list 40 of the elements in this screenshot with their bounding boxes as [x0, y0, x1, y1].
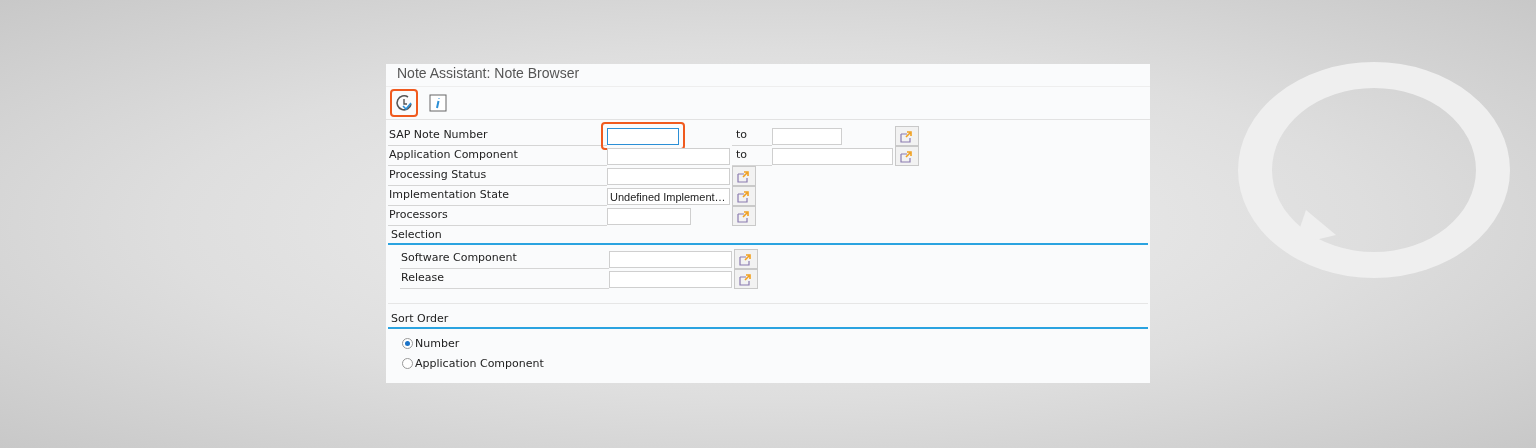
multiple-selection-icon — [739, 272, 753, 286]
input-field[interactable] — [607, 168, 730, 185]
input-field[interactable] — [609, 251, 732, 268]
info-icon — [429, 94, 447, 112]
field-label: Application Component — [388, 146, 607, 166]
multiple-selection-button[interactable] — [895, 146, 919, 166]
field-label: Release — [400, 269, 609, 289]
radio-button[interactable] — [402, 337, 413, 349]
input-field[interactable] — [772, 148, 893, 165]
multiple-selection-button[interactable] — [734, 249, 758, 269]
multiple-selection-icon — [737, 209, 751, 223]
multiple-selection-button[interactable] — [734, 269, 758, 289]
multiple-selection-icon — [900, 129, 914, 143]
input-field[interactable] — [609, 271, 732, 288]
multiple-selection-button[interactable] — [732, 186, 756, 206]
field-label: Processing Status — [388, 166, 607, 186]
section-header: Sort Order — [388, 312, 1148, 329]
multiple-selection-button[interactable] — [732, 206, 756, 226]
radio-option[interactable]: Number — [388, 333, 1148, 353]
field-label: Implementation State — [388, 186, 607, 206]
multiple-selection-icon — [739, 252, 753, 266]
input-field[interactable] — [607, 148, 730, 165]
input-field[interactable] — [607, 208, 691, 225]
field-label: SAP Note Number — [388, 126, 607, 146]
execute-icon — [394, 93, 414, 113]
window-title: Note Assistant: Note Browser — [396, 64, 581, 83]
multiple-selection-button[interactable] — [895, 126, 919, 146]
input-field[interactable] — [607, 128, 679, 145]
multiple-selection-icon — [737, 189, 751, 203]
multiple-selection-button[interactable] — [732, 166, 756, 186]
execute-button[interactable] — [390, 89, 418, 117]
multiple-selection-icon — [737, 169, 751, 183]
multiple-selection-icon — [900, 149, 914, 163]
input-field[interactable]: Undefined Implement… — [607, 188, 730, 205]
radio-button[interactable] — [402, 357, 413, 369]
input-field[interactable] — [772, 128, 842, 145]
radio-option[interactable]: Application Component — [388, 353, 1148, 373]
field-label: Software Component — [400, 249, 609, 269]
section-header: Selection — [388, 228, 1148, 245]
field-label: Processors — [388, 206, 607, 226]
